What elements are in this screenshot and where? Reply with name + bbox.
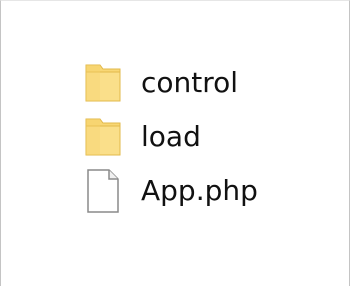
item-label: load [141, 120, 201, 153]
item-label: control [141, 66, 239, 99]
folder-icon [83, 114, 125, 160]
item-label: App.php [141, 174, 258, 207]
file-list-pane: control load App.php [0, 0, 350, 286]
list-item-control[interactable]: control [83, 56, 258, 110]
file-list: control load App.php [83, 56, 258, 218]
file-icon [83, 168, 125, 214]
list-item-load[interactable]: load [83, 110, 258, 164]
folder-icon [83, 60, 125, 106]
list-item-app-php[interactable]: App.php [83, 164, 258, 218]
